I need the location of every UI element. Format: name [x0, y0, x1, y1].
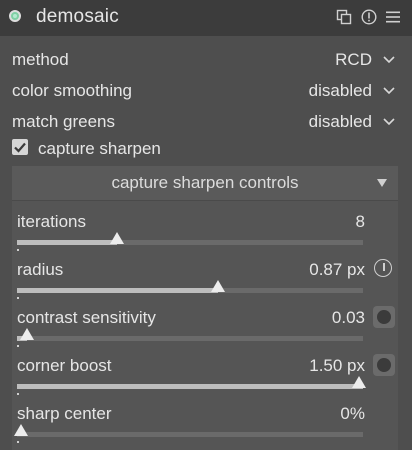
method-label: method — [12, 50, 69, 69]
slider-thumb[interactable] — [210, 280, 225, 292]
section-title: capture sharpen controls — [111, 173, 299, 192]
slider-thumb[interactable] — [14, 424, 28, 436]
contrast-sensitivity-slider[interactable]: contrast sensitivity 0.03 — [17, 306, 401, 354]
capture-sharpen-controls-section: capture sharpen controls iterations 8 ra… — [12, 166, 398, 450]
corner-boost-slider[interactable]: corner boost 1.50 px — [17, 354, 401, 402]
slider-label: sharp center — [17, 404, 112, 423]
slider-fill — [17, 288, 218, 293]
slider-value[interactable]: 0.87 px — [309, 260, 365, 280]
slider-value[interactable]: 8 — [356, 212, 365, 232]
slider-value[interactable]: 0% — [340, 404, 365, 424]
slider-label: radius — [17, 260, 64, 279]
module-header[interactable]: demosaic — [0, 0, 412, 36]
contrast-mask-toggle-icon[interactable] — [373, 306, 395, 328]
slider-tick — [17, 441, 19, 443]
slider-fill — [17, 240, 118, 245]
method-row[interactable]: method RCD — [12, 48, 396, 72]
chevron-down-icon[interactable] — [382, 84, 396, 98]
slider-tick — [17, 393, 19, 395]
slider-label: corner boost — [17, 356, 112, 375]
menu-icon[interactable] — [385, 9, 401, 25]
slider-track[interactable] — [17, 384, 363, 389]
slider-tick — [17, 297, 19, 299]
chevron-down-icon[interactable] — [382, 53, 396, 67]
color-smoothing-row[interactable]: color smoothing disabled — [12, 79, 396, 103]
capture-sharpen-checkbox[interactable] — [12, 139, 28, 155]
radius-slider[interactable]: radius 0.87 px — [17, 258, 401, 306]
chevron-down-icon[interactable] — [382, 115, 396, 129]
iterations-slider[interactable]: iterations 8 — [17, 212, 401, 258]
checkmark-icon — [14, 142, 26, 153]
collapse-triangle-icon[interactable] — [376, 178, 388, 188]
slider-label: contrast sensitivity — [17, 308, 156, 327]
info-icon[interactable] — [361, 9, 377, 25]
slider-track[interactable] — [17, 432, 363, 437]
match-greens-value[interactable]: disabled — [309, 112, 372, 132]
slider-track[interactable] — [17, 336, 363, 341]
slider-value[interactable]: 1.50 px — [309, 356, 365, 376]
slider-tick — [17, 249, 19, 251]
slider-tick — [17, 345, 19, 347]
slider-track[interactable] — [17, 240, 363, 245]
match-greens-label: match greens — [12, 112, 115, 131]
slider-track[interactable] — [17, 288, 363, 293]
preset-copy-icon[interactable] — [336, 9, 352, 25]
radius-info-icon[interactable] — [373, 258, 395, 280]
module-title: demosaic — [36, 6, 119, 27]
match-greens-row[interactable]: match greens disabled — [12, 110, 396, 134]
sharp-center-slider[interactable]: sharp center 0% — [14, 404, 401, 450]
method-value[interactable]: RCD — [335, 50, 372, 70]
section-header[interactable]: capture sharpen controls — [12, 166, 398, 201]
color-smoothing-label: color smoothing — [12, 81, 133, 100]
slider-thumb[interactable] — [352, 376, 366, 388]
slider-label: iterations — [17, 212, 86, 231]
slider-value[interactable]: 0.03 — [332, 308, 365, 328]
module-enabled-toggle[interactable] — [9, 10, 21, 22]
color-smoothing-value[interactable]: disabled — [309, 81, 372, 101]
capture-sharpen-label[interactable]: capture sharpen — [38, 139, 161, 159]
slider-fill — [17, 384, 363, 389]
slider-thumb[interactable] — [110, 232, 125, 244]
corner-boost-mask-toggle-icon[interactable] — [373, 354, 395, 376]
slider-thumb[interactable] — [20, 328, 35, 340]
